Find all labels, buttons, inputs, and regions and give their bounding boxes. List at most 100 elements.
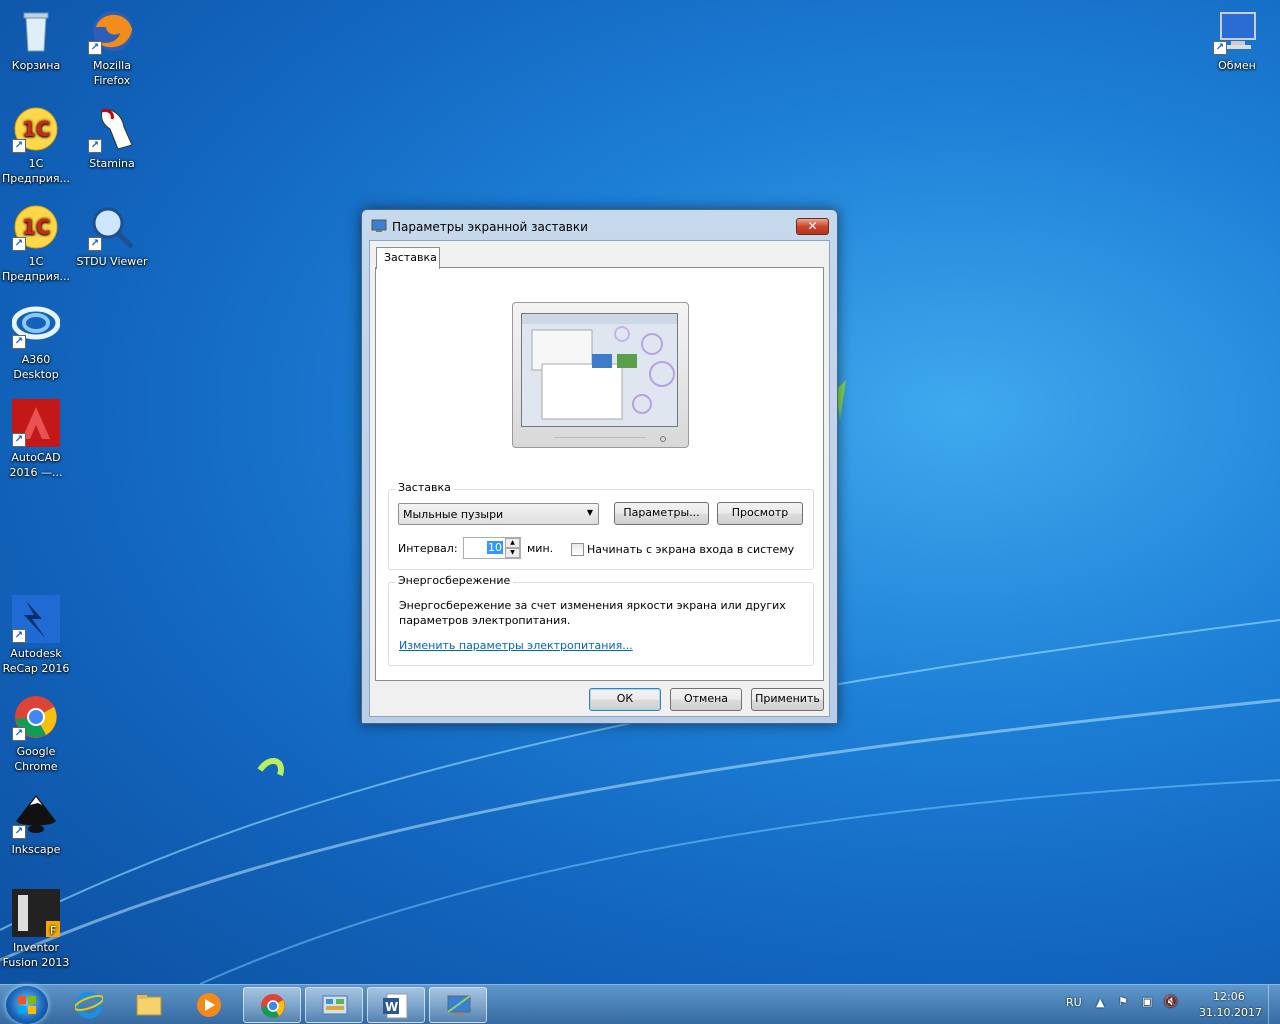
- shortcut-arrow-icon: ↗: [12, 629, 26, 643]
- screensaver-select[interactable]: Мыльные пузыри ▼: [398, 503, 599, 525]
- shortcut-arrow-icon: ↗: [12, 139, 26, 153]
- shortcut-arrow-icon: ↗: [88, 41, 102, 55]
- logon-screen-checkbox-label[interactable]: Начинать с экрана входа в систему: [587, 543, 794, 556]
- shortcut-arrow-icon: ↗: [12, 335, 26, 349]
- recap-icon: ↗: [12, 595, 60, 643]
- taskbar-media-player[interactable]: [180, 987, 238, 1023]
- desktop-icon-1c[interactable]: 1C ↗ 1C Предприя...: [0, 105, 74, 186]
- language-indicator[interactable]: RU: [1066, 996, 1082, 1009]
- interval-stepper[interactable]: 10 ▲ ▼: [463, 537, 521, 559]
- 1c-icon: 1C ↗: [12, 105, 60, 153]
- clock-date[interactable]: 31.10.2017: [1199, 1006, 1262, 1019]
- screensaver-select-value: Мыльные пузыри: [403, 508, 504, 521]
- tab-screensaver[interactable]: Заставка: [376, 247, 440, 269]
- interval-value: 10: [487, 541, 503, 554]
- logon-screen-checkbox[interactable]: [571, 543, 584, 556]
- stepper-up-icon[interactable]: ▲: [505, 538, 520, 548]
- chrome-icon: [261, 994, 285, 1018]
- volume-muted-icon[interactable]: 🔇: [1164, 995, 1178, 1008]
- power-settings-link[interactable]: Изменить параметры электропитания...: [399, 639, 633, 652]
- desktop-icon-stamina[interactable]: ↗ Stamina: [74, 105, 150, 171]
- desktop-icon-recycle-bin[interactable]: Корзина: [0, 7, 74, 73]
- desktop-icon-label: Stamina: [89, 157, 135, 170]
- inventor-fusion-icon: F: [12, 889, 60, 937]
- stamina-icon: ↗: [88, 105, 136, 153]
- desktop-icon-firefox[interactable]: ↗ Mozilla Firefox: [74, 7, 150, 88]
- dialog-client-area: Заставка Заставка Мыльные пузыри ▼ Парам…: [369, 240, 830, 717]
- internet-explorer-icon: [75, 991, 103, 1019]
- screensaver-params-button[interactable]: Параметры...: [614, 502, 709, 525]
- network-computer-icon: ↗: [1213, 7, 1261, 55]
- shortcut-arrow-icon: ↗: [88, 139, 102, 153]
- desktop-icon-inkscape[interactable]: ↗ Inkscape: [0, 791, 74, 857]
- desktop-icon-label: Google Chrome: [14, 745, 58, 773]
- desktop-icon-label: Inventor Fusion 2013: [2, 941, 70, 969]
- ok-button[interactable]: ОК: [589, 688, 661, 711]
- desktop-icon-obmen[interactable]: ↗ Обмен: [1199, 7, 1275, 73]
- inkscape-icon: ↗: [12, 791, 60, 839]
- power-saving-description-2: параметров электропитания.: [399, 614, 571, 627]
- taskbar-screensaver-settings[interactable]: [429, 987, 487, 1023]
- desktop-icon-inventor-fusion[interactable]: F Inventor Fusion 2013: [0, 889, 74, 970]
- stepper-down-icon[interactable]: ▼: [505, 548, 520, 558]
- desktop-icon-1c-2[interactable]: 1C ↗ 1C Предприя...: [0, 203, 74, 284]
- desktop-icon-recap[interactable]: ↗ Autodesk ReCap 2016: [0, 595, 74, 676]
- dialog-title: Параметры экранной заставки: [392, 220, 588, 234]
- shortcut-arrow-icon: ↗: [1213, 41, 1227, 55]
- preview-monitor: [512, 302, 689, 448]
- svg-text:F: F: [50, 924, 56, 937]
- svg-text:W: W: [385, 1000, 398, 1014]
- shortcut-arrow-icon: ↗: [12, 237, 26, 251]
- preview-monitor-base: [555, 437, 645, 443]
- shortcut-arrow-icon: ↗: [12, 727, 26, 741]
- svg-text:1C: 1C: [22, 117, 51, 141]
- shortcut-arrow-icon: ↗: [88, 237, 102, 251]
- a360-icon: ↗: [11, 301, 61, 349]
- shortcut-arrow-icon: ↗: [12, 825, 26, 839]
- screensaver-settings-icon: [371, 219, 387, 233]
- taskbar-word[interactable]: W: [367, 987, 425, 1023]
- word-icon: W: [383, 993, 408, 1019]
- close-button[interactable]: ✕: [796, 218, 829, 235]
- taskbar-chrome[interactable]: [243, 987, 301, 1023]
- interval-unit: мин.: [527, 542, 554, 555]
- action-center-flag-icon[interactable]: ⚑: [1118, 995, 1128, 1008]
- 1c-icon: 1C ↗: [12, 203, 60, 251]
- desktop-icon-a360[interactable]: ↗ A360 Desktop: [0, 301, 74, 382]
- desktop-icon-label: A360 Desktop: [13, 353, 59, 381]
- screensaver-preview-button[interactable]: Просмотр: [717, 502, 803, 525]
- power-saving-group: Энергосбережение Энергосбережение за сче…: [388, 574, 814, 666]
- screensaver-group-legend: Заставка: [395, 481, 454, 494]
- taskbar-ie[interactable]: [60, 987, 118, 1023]
- taskbar-explorer[interactable]: [120, 987, 178, 1023]
- desktop-icon-label: Inkscape: [11, 843, 61, 856]
- desktop-icon-stdu-viewer[interactable]: ↗ STDU Viewer: [74, 203, 150, 269]
- control-panel-icon: [322, 995, 348, 1015]
- explorer-folder-icon: [136, 995, 162, 1016]
- desktop-icon-label: Autodesk ReCap 2016: [2, 647, 70, 675]
- stdu-viewer-icon: ↗: [88, 203, 136, 251]
- show-hidden-icons-icon[interactable]: ▲: [1096, 996, 1104, 1009]
- windows-logo-icon: [18, 996, 36, 1014]
- desktop-icon-label: 1C Предприя...: [1, 157, 71, 185]
- svg-text:1C: 1C: [22, 215, 51, 239]
- desktop-icon-label: STDU Viewer: [76, 255, 148, 268]
- preview-monitor-power-led: [660, 436, 666, 442]
- clock-time[interactable]: 12:06: [1213, 990, 1245, 1003]
- taskbar-control-panel[interactable]: [305, 987, 363, 1023]
- dialog-titlebar[interactable]: Параметры экранной заставки ✕: [362, 210, 837, 242]
- cancel-button[interactable]: Отмена: [670, 688, 742, 711]
- desktop-icon-chrome[interactable]: ↗ Google Chrome: [0, 693, 74, 774]
- recycle-bin-icon: [12, 7, 60, 55]
- power-saving-description-1: Энергосбережение за счет изменения яркос…: [399, 599, 786, 612]
- network-icon[interactable]: ▣: [1142, 995, 1152, 1008]
- interval-label: Интервал:: [398, 542, 458, 555]
- preview-screen: [521, 313, 678, 427]
- power-saving-legend: Энергосбережение: [395, 574, 514, 587]
- apply-button[interactable]: Применить: [751, 688, 824, 711]
- media-player-icon: [197, 993, 221, 1017]
- start-button[interactable]: [6, 986, 48, 1024]
- desktop-icon-autocad[interactable]: ↗ AutoCAD 2016 —...: [0, 399, 74, 480]
- show-desktop-button[interactable]: [1268, 985, 1280, 1024]
- chrome-icon: ↗: [12, 693, 60, 741]
